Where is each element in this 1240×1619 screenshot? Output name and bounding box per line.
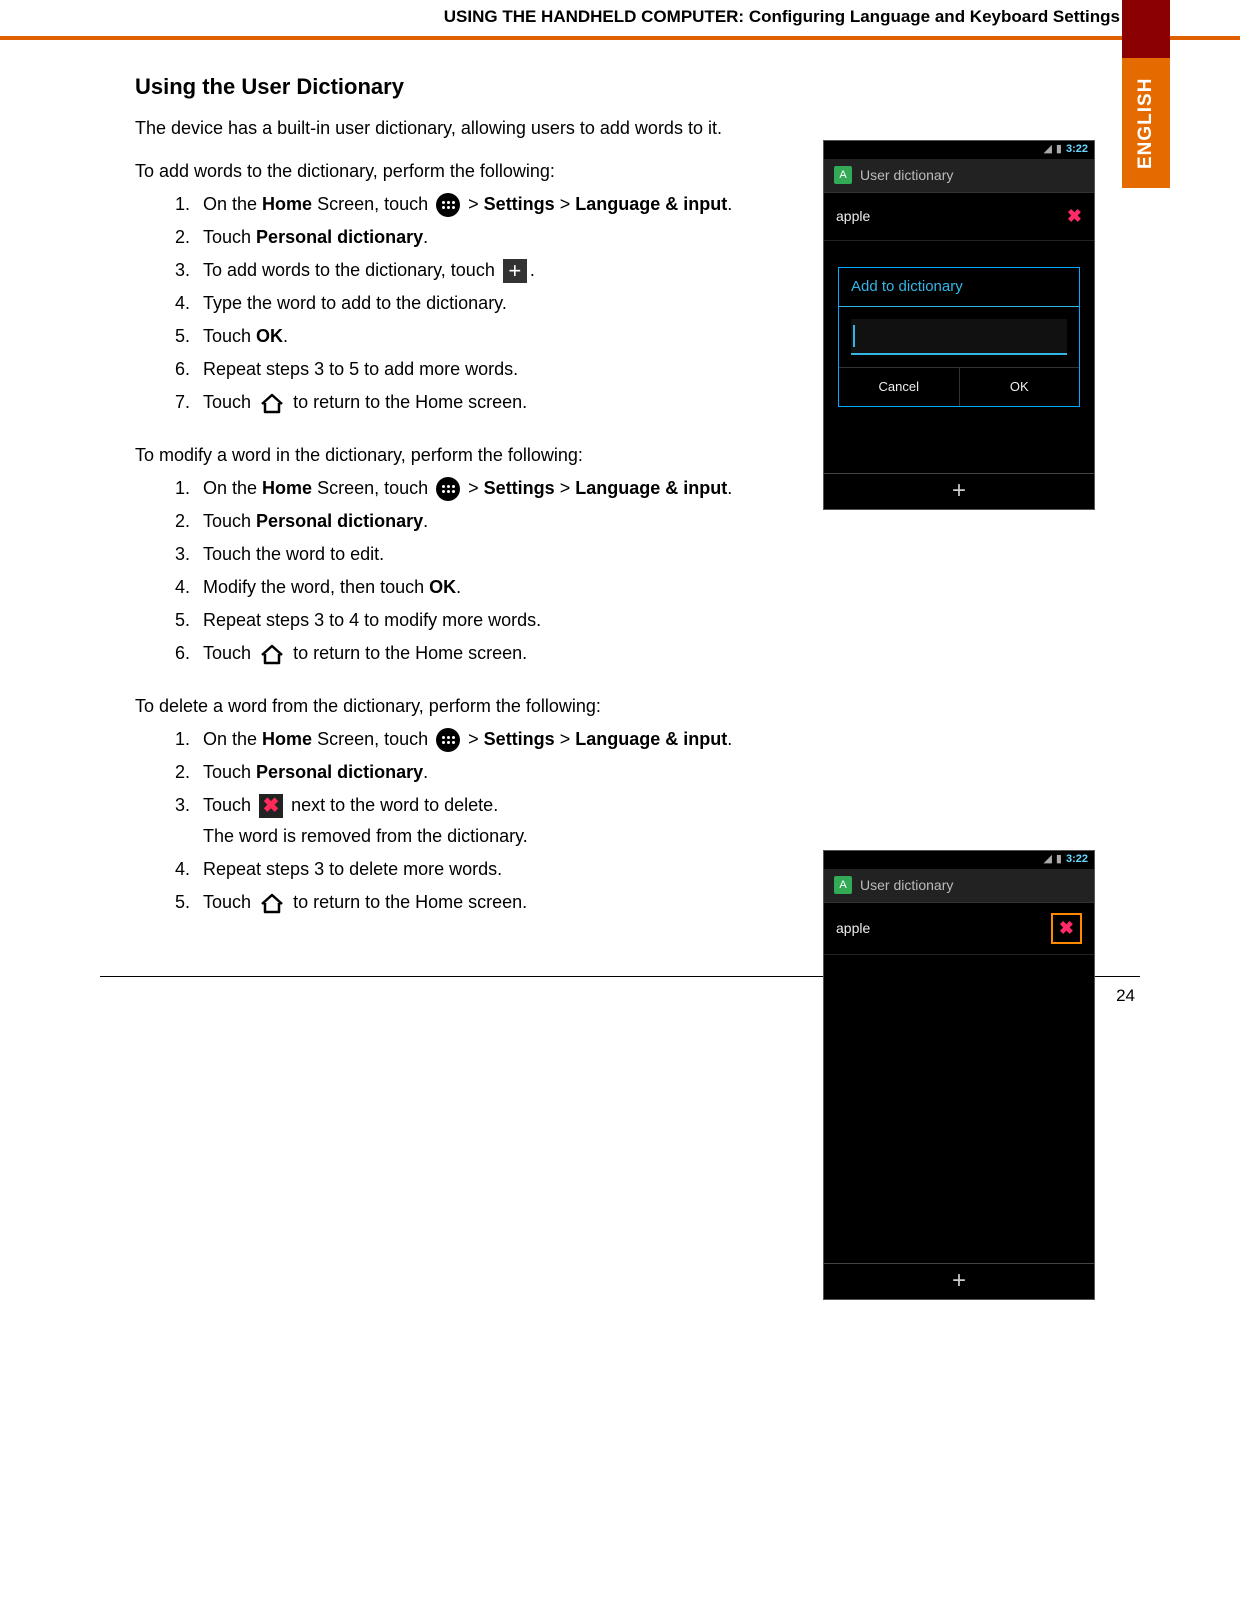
signal-icon: ▮ xyxy=(1056,851,1062,868)
section-intro: The device has a built-in user dictionar… xyxy=(135,115,1095,142)
status-bar: ◢ ▮ 3:22 xyxy=(824,851,1094,869)
home-icon xyxy=(259,892,285,914)
section-heading: Using the User Dictionary xyxy=(135,70,1095,103)
delete-entry-icon[interactable]: ✖ xyxy=(1051,913,1082,944)
screen-title: User dictionary xyxy=(860,165,953,186)
delete-entry-icon[interactable]: ✖ xyxy=(1067,203,1082,230)
entry-word: apple xyxy=(836,206,870,227)
dictionary-icon: A xyxy=(834,166,852,184)
plus-icon: + xyxy=(503,259,527,283)
delete-step-3: Touch ✖ next to the word to delete. The … xyxy=(195,792,1095,850)
delete-x-icon: ✖ xyxy=(259,794,283,818)
phone-screenshot-delete: ◢ ▮ 3:22 A User dictionary apple ✖ + xyxy=(823,850,1095,1300)
header-title: USING THE HANDHELD COMPUTER: Configuring… xyxy=(444,7,1120,26)
delete-step-2: Touch Personal dictionary. xyxy=(195,759,1095,786)
status-time: 3:22 xyxy=(1066,141,1088,158)
home-icon xyxy=(259,392,285,414)
apps-icon xyxy=(436,728,460,752)
wifi-icon: ◢ xyxy=(1043,851,1051,868)
status-time: 3:22 xyxy=(1066,851,1088,868)
apps-icon xyxy=(436,193,460,217)
wifi-icon: ◢ xyxy=(1043,141,1051,158)
dictionary-entry[interactable]: apple ✖ xyxy=(824,193,1094,241)
add-word-button[interactable]: + xyxy=(824,473,1094,509)
screen-title: User dictionary xyxy=(860,875,953,896)
apps-icon xyxy=(436,477,460,501)
add-word-button[interactable]: + xyxy=(824,1263,1094,1299)
modify-step-3: Touch the word to edit. xyxy=(195,541,1095,568)
dialog-title: Add to dictionary xyxy=(839,268,1079,308)
screen-title-bar: A User dictionary xyxy=(824,159,1094,193)
delete-lead: To delete a word from the dictionary, pe… xyxy=(135,693,1095,720)
dialog-input[interactable] xyxy=(851,319,1067,355)
dictionary-entry[interactable]: apple ✖ xyxy=(824,903,1094,955)
entry-word: apple xyxy=(836,918,870,939)
page-header: USING THE HANDHELD COMPUTER: Configuring… xyxy=(0,0,1240,40)
modify-step-4: Modify the word, then touch OK. xyxy=(195,574,1095,601)
signal-icon: ▮ xyxy=(1056,141,1062,158)
delete-step-3-sub: The word is removed from the dictionary. xyxy=(203,823,1095,850)
dialog-ok-button[interactable]: OK xyxy=(960,368,1080,406)
delete-step-1: On the Home Screen, touch > Settings > L… xyxy=(195,726,1095,753)
modify-step-5: Repeat steps 3 to 4 to modify more words… xyxy=(195,607,1095,634)
dictionary-icon: A xyxy=(834,876,852,894)
add-dialog: Add to dictionary Cancel OK xyxy=(838,267,1080,407)
screen-title-bar: A User dictionary xyxy=(824,869,1094,903)
home-icon xyxy=(259,643,285,665)
phone-screenshot-add: ◢ ▮ 3:22 A User dictionary apple ✖ Add t… xyxy=(823,140,1095,510)
modify-step-6: Touch to return to the Home screen. xyxy=(195,640,1095,667)
dialog-cancel-button[interactable]: Cancel xyxy=(839,368,960,406)
modify-step-2: Touch Personal dictionary. xyxy=(195,508,1095,535)
status-bar: ◢ ▮ 3:22 xyxy=(824,141,1094,159)
